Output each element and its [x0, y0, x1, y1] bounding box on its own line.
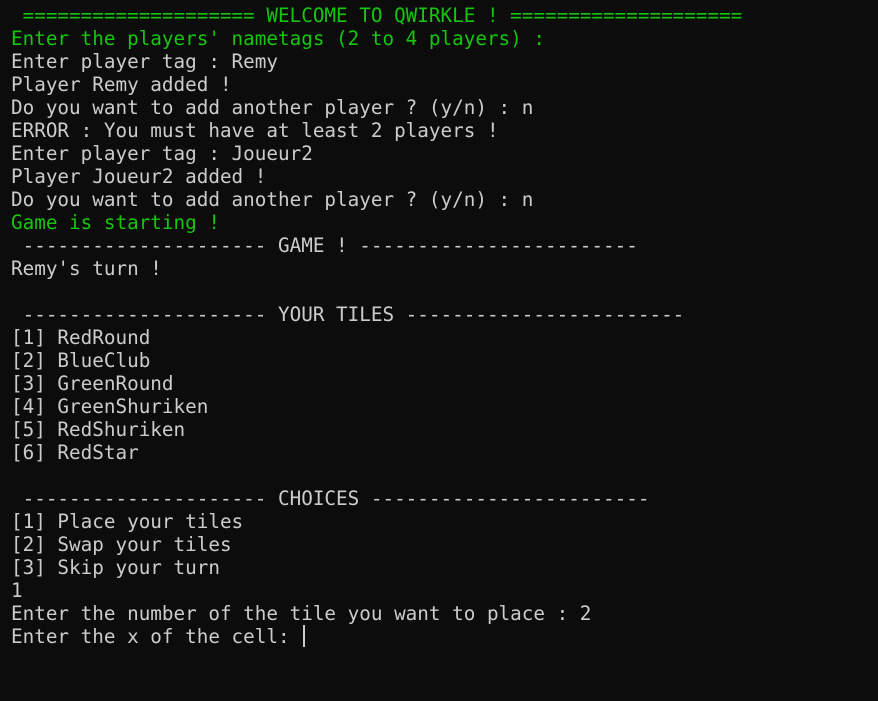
turn-indicator: Remy's turn !	[11, 257, 162, 280]
welcome-banner: ==================== WELCOME TO QWIRKLE …	[11, 4, 743, 27]
game-starting-message: Game is starting !	[11, 211, 220, 234]
terminal-line: Player Joueur2 added !	[11, 165, 267, 188]
input-prompt-line[interactable]: Enter the x of the cell:	[11, 625, 878, 648]
choice-item: [2] Swap your tiles	[11, 533, 232, 556]
nametags-prompt: Enter the players' nametags (2 to 4 play…	[11, 27, 545, 50]
terminal-line: Enter player tag : Joueur2	[11, 142, 313, 165]
tile-item: [5] RedShuriken	[11, 418, 186, 441]
terminal-window[interactable]: ==================== WELCOME TO QWIRKLE …	[0, 0, 878, 701]
input-prompt: Enter the x of the cell:	[11, 625, 302, 648]
terminal-line: Do you want to add another player ? (y/n…	[11, 96, 534, 119]
error-message: ERROR : You must have at least 2 players…	[11, 119, 499, 142]
tile-item: [1] RedRound	[11, 326, 151, 349]
choices-section-header: --------------------- CHOICES ----------…	[11, 487, 650, 510]
game-section-header: --------------------- GAME ! -----------…	[11, 234, 638, 257]
tile-item: [3] GreenRound	[11, 372, 174, 395]
terminal-line: Enter the number of the tile you want to…	[11, 602, 592, 625]
tile-item: [6] RedStar	[11, 441, 139, 464]
choice-item: [1] Place your tiles	[11, 510, 244, 533]
tile-item: [4] GreenShuriken	[11, 395, 209, 418]
terminal-line: Do you want to add another player ? (y/n…	[11, 188, 534, 211]
terminal-line: Player Remy added !	[11, 73, 232, 96]
text-cursor	[303, 625, 306, 647]
tiles-section-header: --------------------- YOUR TILES -------…	[11, 303, 685, 326]
choice-item: [3] Skip your turn	[11, 556, 220, 579]
tile-item: [2] BlueClub	[11, 349, 151, 372]
terminal-line: Enter player tag : Remy	[11, 50, 278, 73]
user-input-line: 1	[11, 579, 23, 602]
